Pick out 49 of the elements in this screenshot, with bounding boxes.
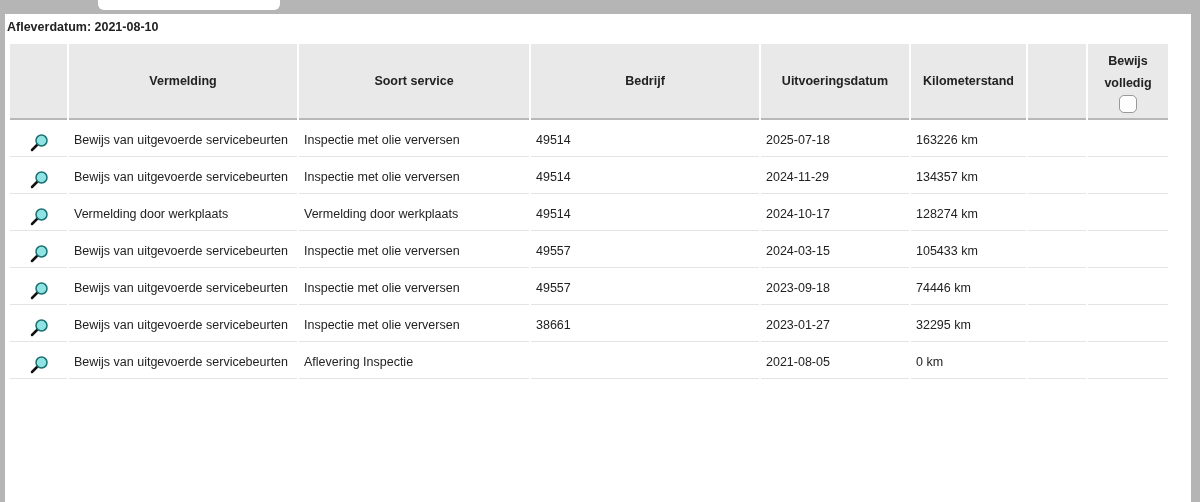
table-cell-text: Aflevering Inspectie <box>304 354 414 371</box>
table-cell-text: 105433 km <box>916 243 978 260</box>
magnifier-icon[interactable] <box>28 244 49 264</box>
table-cell-text: 163226 km <box>916 132 978 149</box>
table-cell-text: Vermelding door werkplaats <box>304 206 459 223</box>
table-cell-text: Bewijs van uitgevoerde servicebeurten <box>74 243 288 260</box>
header-cell: Soort service <box>299 44 529 120</box>
table-cell-text: 49514 <box>536 206 571 223</box>
magnifier-icon[interactable] <box>28 281 49 301</box>
header-cell: Bedrijf <box>531 44 759 120</box>
header-cell: Kilometerstand <box>911 44 1026 120</box>
table-cell-text: 32295 km <box>916 317 971 334</box>
magnifier-icon[interactable] <box>28 318 49 338</box>
table-cell-text: Bewijs van uitgevoerde servicebeurten <box>74 354 288 371</box>
table-cell-text: Inspectie met olie verversen <box>304 243 460 260</box>
table-cell-text: 74446 km <box>916 280 971 297</box>
magnifier-icon[interactable] <box>28 355 49 375</box>
table-cell-text: Inspectie met olie verversen <box>304 132 460 149</box>
table-cell-text: 49557 <box>536 280 571 297</box>
magnifier-icon[interactable] <box>28 170 49 190</box>
table-cell-text: 2024-03-15 <box>766 243 830 260</box>
table-cell-text: Bewijs van uitgevoerde servicebeurten <box>74 169 288 186</box>
table-cell-text: 0 km <box>916 354 944 371</box>
table-cell-text: Inspectie met olie verversen <box>304 317 460 334</box>
select-all-checkbox[interactable] <box>1119 94 1137 113</box>
table-cell-text: 2023-09-18 <box>766 280 830 297</box>
table-cell-text: 49514 <box>536 132 571 149</box>
header-cell: Uitvoeringsdatum <box>761 44 909 120</box>
delivery-date: Afleverdatum: 2021-08-10 <box>6 19 159 36</box>
table-cell-text: 2024-10-17 <box>766 206 830 223</box>
table-cell-text: Vermelding door werkplaats <box>74 206 229 223</box>
column-header: Bewijs volledig <box>1103 52 1153 92</box>
table-cell-text: Bewijs van uitgevoerde servicebeurten <box>74 132 288 149</box>
header-cell: Vermelding <box>69 44 297 120</box>
table-cell-text: 2023-01-27 <box>766 317 830 334</box>
table-cell-text: 49514 <box>536 169 571 186</box>
table-cell-text: 2024-11-29 <box>766 169 829 186</box>
table-cell-text: 49557 <box>536 243 571 260</box>
magnifier-icon[interactable] <box>28 133 49 153</box>
table-cell-text: 2025-07-18 <box>766 132 830 149</box>
table-cell-text: Bewijs van uitgevoerde servicebeurten <box>74 280 288 297</box>
table-cell-text: Bewijs van uitgevoerde servicebeurten <box>74 317 288 334</box>
table-cell-text: Inspectie met olie verversen <box>304 169 460 186</box>
magnifier-icon[interactable] <box>28 207 49 227</box>
table-cell-text: 2021-08-05 <box>766 354 830 371</box>
table-cell-text: 38661 <box>536 317 571 334</box>
table-cell-text: Inspectie met olie verversen <box>304 280 460 297</box>
table-cell-text: 128274 km <box>916 206 978 223</box>
table-cell-text: 134357 km <box>916 169 978 186</box>
